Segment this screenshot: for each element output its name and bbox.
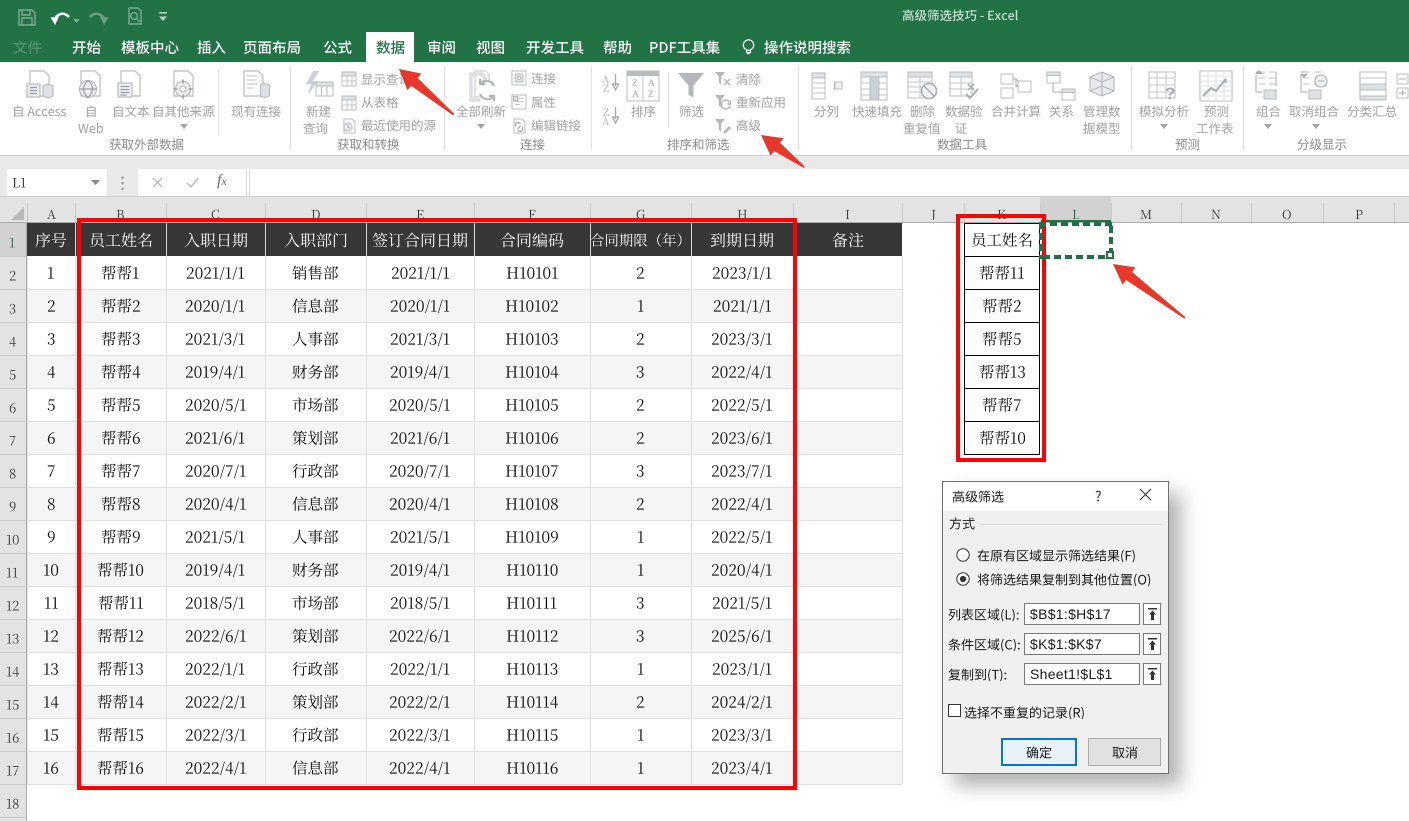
svg-text:A: A xyxy=(632,90,639,100)
svg-text:?: ? xyxy=(1165,84,1175,102)
svg-text:Z: Z xyxy=(648,90,654,100)
svg-text:A: A xyxy=(648,79,655,89)
svg-text:Z: Z xyxy=(632,79,638,89)
